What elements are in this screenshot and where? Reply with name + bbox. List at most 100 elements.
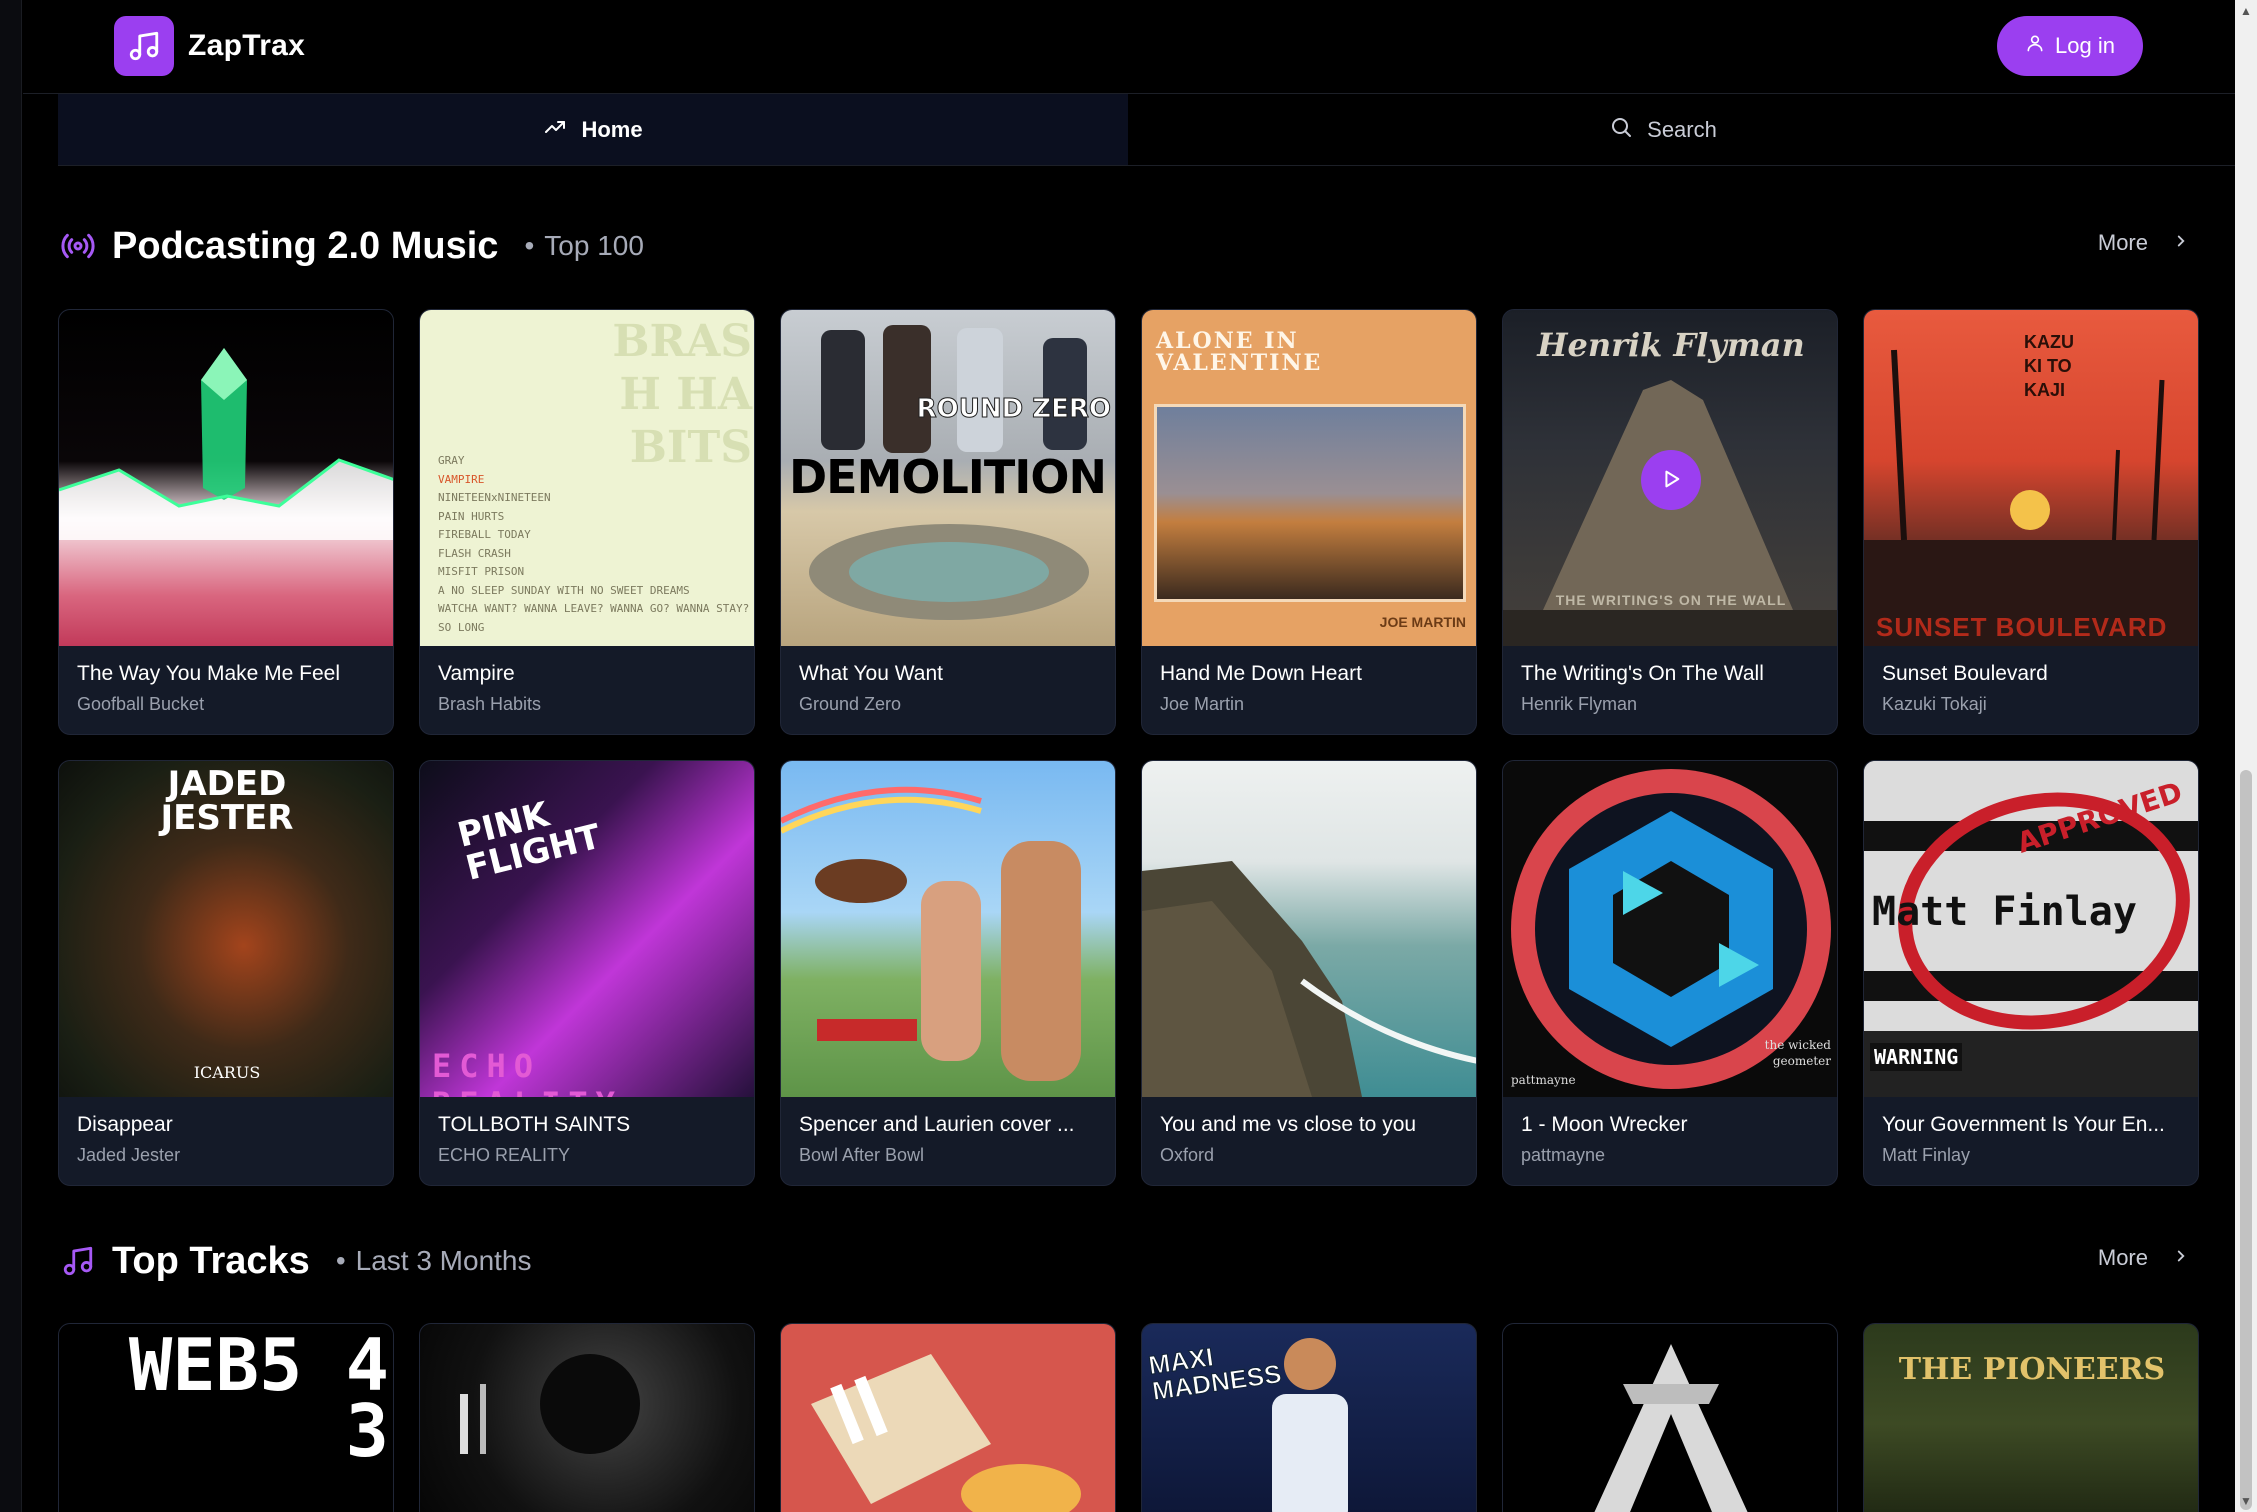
silhouette-image [460, 1354, 640, 1454]
art-title: WEB5 4 3 [128, 1324, 389, 1473]
track-artist: pattmayne [1521, 1145, 1606, 1165]
album-art: ALONE IN VALENTINE JOE MARTIN [1142, 310, 1476, 646]
scrollbar-thumb[interactable] [2240, 770, 2252, 1510]
art-title: BRASH HABITS [612, 316, 752, 473]
album-art [1503, 1324, 1837, 1512]
track-grid-top-tracks: WEB5 4 3 MAXI MADNESS THE PIONEERS [58, 1323, 2199, 1512]
chevron-right-icon [2172, 1245, 2190, 1271]
scrollbar[interactable]: ▲ ▼ [2235, 0, 2257, 1512]
section-title: Podcasting 2.0 Music [112, 224, 499, 267]
more-label: More [2097, 230, 2148, 255]
art-subtitle: PINK FLIGHT [453, 794, 605, 889]
art-title: ALONE IN VALENTINE [1156, 328, 1323, 376]
track-artist: Matt Finlay [1882, 1145, 1971, 1165]
track-title: The Writing's On The Wall [1521, 662, 1764, 685]
app: ZapTrax Log in Home Search Podcasting 2.… [23, 0, 2235, 1512]
section-subtitle: Top 100 [524, 230, 644, 262]
track-artist: Joe Martin [1160, 694, 1245, 714]
track-card[interactable]: pattmayne the wicked geometer 1 - Moon W… [1502, 760, 1838, 1186]
track-card[interactable]: MAXI MADNESS [1141, 1323, 1477, 1512]
art-subtitle: the wicked geometer [1764, 1038, 1831, 1068]
music-note-icon [58, 1241, 98, 1281]
search-icon [1609, 115, 1633, 145]
track-artist: ECHO REALITY [438, 1145, 571, 1165]
section-title: Top Tracks [112, 1239, 310, 1282]
track-title: Vampire [438, 662, 515, 685]
tab-home[interactable]: Home [58, 94, 1128, 165]
scroll-down-icon[interactable]: ▼ [2235, 1490, 2257, 1512]
art-subtitle: ICARUS [193, 1063, 261, 1082]
track-title: The Way You Make Me Feel [77, 662, 341, 685]
track-card[interactable]: You and me vs close to you Oxford [1141, 760, 1477, 1186]
brand-logo[interactable]: ZapTrax [114, 16, 305, 76]
track-card[interactable]: Henrik Flyman THE WRITING'S ON THE WALL … [1502, 309, 1838, 735]
track-artist: Ground Zero [799, 694, 902, 714]
track-card[interactable]: ALONE IN VALENTINE JOE MARTIN Hand Me Do… [1141, 309, 1477, 735]
tab-search[interactable]: Search [1128, 94, 2198, 165]
track-title: Spencer and Laurien cover ... [799, 1113, 1075, 1136]
nav-tabs: Home Search [58, 94, 2235, 166]
album-art: JADED JESTER ICARUS [59, 761, 393, 1097]
track-artist: Brash Habits [438, 694, 542, 714]
album-art [1142, 761, 1476, 1097]
track-title: TOLLBOTH SAINTS [438, 1113, 631, 1136]
album-art: BRASH HABITS GRAY VAMPIRE NINETEENxNINET… [420, 310, 754, 646]
more-label: More [2097, 1245, 2148, 1270]
track-card[interactable]: The Way You Make Me Feel Goofball Bucket [58, 309, 394, 735]
login-label: Log in [2055, 33, 2115, 58]
track-card[interactable]: APPROVED Matt Finlay WARNING Your Govern… [1863, 760, 2199, 1186]
track-card[interactable]: Spencer and Laurien cover ... Bowl After … [780, 760, 1116, 1186]
album-art: WEB5 4 3 [59, 1324, 393, 1512]
art-title: DEMOLITION [789, 450, 1107, 504]
track-artist: Jaded Jester [77, 1145, 181, 1165]
track-title: What You Want [799, 662, 943, 685]
track-artist: Oxford [1160, 1145, 1215, 1165]
track-card[interactable]: THE PIONEERS [1863, 1323, 2199, 1512]
track-title: 1 - Moon Wrecker [1521, 1113, 1688, 1136]
art-title: SUNSET BOULEVARD [1876, 612, 2168, 642]
track-card[interactable]: ROUND ZERO DEMOLITION What You Want Groun… [780, 309, 1116, 735]
art-title: JADED JESTER [160, 764, 294, 838]
section-header-podcasting: Podcasting 2.0 Music Top 100 More [58, 216, 2198, 276]
album-art: KAZUKI TOKAJI SUNSET BOULEVARD [1864, 310, 2198, 646]
track-artist: Goofball Bucket [77, 694, 205, 714]
track-title: Your Government Is Your En... [1882, 1113, 2165, 1136]
track-grid-podcasting: The Way You Make Me Feel Goofball Bucket … [58, 309, 2199, 1186]
track-title: Sunset Boulevard [1882, 662, 2048, 685]
monogram-image [1594, 1344, 1748, 1512]
album-art: Henrik Flyman THE WRITING'S ON THE WALL [1503, 310, 1837, 646]
art-subtitle: ROUND ZERO [916, 394, 1111, 425]
album-art: APPROVED Matt Finlay WARNING [1864, 761, 2198, 1097]
album-art [59, 310, 393, 646]
chevron-right-icon [2172, 230, 2190, 256]
track-title: Disappear [77, 1113, 173, 1136]
track-card[interactable]: KAZUKI TOKAJI SUNSET BOULEVARD Sunset Bo… [1863, 309, 2199, 735]
play-icon [1660, 468, 1682, 493]
track-card[interactable] [780, 1323, 1116, 1512]
track-artist: Bowl After Bowl [799, 1145, 925, 1165]
login-button[interactable]: Log in [1997, 16, 2143, 76]
album-art: PINK FLIGHT ECHO REALITY [420, 761, 754, 1097]
track-card[interactable]: WEB5 4 3 [58, 1323, 394, 1512]
photo [1154, 404, 1466, 602]
track-card[interactable] [419, 1323, 755, 1512]
more-link[interactable]: More [2098, 1245, 2190, 1271]
broadcast-icon [58, 226, 98, 266]
trending-icon [543, 115, 567, 145]
track-card[interactable]: BRASH HABITS GRAY VAMPIRE NINETEENxNINET… [419, 309, 755, 735]
album-art: THE PIONEERS [1864, 1324, 2198, 1512]
track-card[interactable] [1502, 1323, 1838, 1512]
more-link[interactable]: More [2098, 230, 2190, 256]
track-title: Hand Me Down Heart [1160, 662, 1362, 685]
play-button[interactable] [1641, 450, 1701, 510]
track-card[interactable]: PINK FLIGHT ECHO REALITY TOLLBOTH SAINTS… [419, 760, 755, 1186]
scroll-up-icon[interactable]: ▲ [2235, 0, 2257, 22]
cigarette-pack-image [811, 1354, 1081, 1512]
track-title: You and me vs close to you [1160, 1113, 1417, 1136]
art-title: pattmayne [1511, 1073, 1576, 1087]
coast-image [1142, 861, 1476, 1097]
tab-search-label: Search [1647, 116, 1717, 142]
left-rail [0, 0, 22, 1512]
track-card[interactable]: JADED JESTER ICARUS Disappear Jaded Jeste… [58, 760, 394, 1186]
album-art [420, 1324, 754, 1512]
